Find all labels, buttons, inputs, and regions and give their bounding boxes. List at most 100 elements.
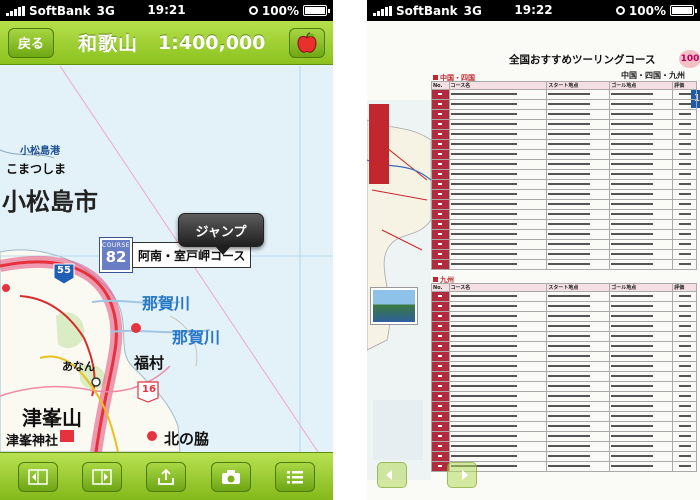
- table-header-cell: No.: [431, 283, 450, 292]
- table-cell: [431, 361, 450, 372]
- table-cell: [546, 259, 611, 270]
- table-cell: [672, 219, 697, 230]
- table-cell: [546, 99, 611, 110]
- table-cell: [546, 431, 611, 442]
- back-button[interactable]: 戻る: [8, 27, 55, 58]
- table-row[interactable]: [431, 351, 697, 362]
- table-cell: [546, 209, 611, 220]
- table-row[interactable]: [431, 219, 697, 230]
- table-row[interactable]: [431, 199, 697, 210]
- table-row[interactable]: [431, 169, 697, 180]
- next-page-button[interactable]: [447, 462, 477, 488]
- table-row[interactable]: [431, 441, 697, 452]
- table-cell: [546, 401, 611, 412]
- table-cell: [546, 149, 611, 160]
- table-cell: [546, 239, 611, 250]
- table-row[interactable]: [431, 331, 697, 342]
- table-row[interactable]: [431, 89, 697, 100]
- table-cell: [431, 411, 450, 422]
- table-cell: [431, 199, 450, 210]
- jump-tooltip[interactable]: ジャンプ: [178, 213, 264, 255]
- table-cell: [672, 109, 697, 120]
- table-row[interactable]: [431, 451, 697, 462]
- table-row[interactable]: [431, 341, 697, 352]
- table-row[interactable]: [431, 229, 697, 240]
- table-cell: [672, 401, 697, 412]
- table-row[interactable]: [431, 259, 697, 270]
- table-cell: [609, 391, 674, 402]
- table-row[interactable]: [431, 301, 697, 312]
- table-cell: [672, 331, 697, 342]
- table-row[interactable]: [431, 139, 697, 150]
- table-row[interactable]: [431, 291, 697, 302]
- apple-button[interactable]: [289, 27, 325, 58]
- table-row[interactable]: [431, 179, 697, 190]
- table-row[interactable]: [431, 99, 697, 110]
- table-cell: [609, 311, 674, 322]
- table-row[interactable]: [431, 361, 697, 372]
- table-row[interactable]: [431, 209, 697, 220]
- rotation-lock-icon: [615, 6, 625, 15]
- table-cell: [546, 371, 611, 382]
- carrier-label: SoftBank: [396, 3, 458, 18]
- table-cell: [431, 341, 450, 352]
- table-row[interactable]: [431, 401, 697, 412]
- map-view[interactable]: 小松島港 こまつしま 小松島市 那賀川 那賀川 あなん 福村 津峯山 津峯神社 …: [0, 66, 333, 452]
- table-row[interactable]: [431, 249, 697, 260]
- table-cell: [448, 109, 548, 120]
- table-cell: [431, 259, 450, 270]
- next-page-button[interactable]: [82, 461, 123, 492]
- table-cell: [448, 159, 548, 170]
- table-cell: [431, 431, 450, 442]
- table-row[interactable]: [431, 411, 697, 422]
- table-header-cell: スタート地点: [546, 81, 611, 90]
- table-cell: [672, 391, 697, 402]
- table-cell: [448, 129, 548, 140]
- apple-icon: [297, 31, 317, 53]
- table-cell: [546, 451, 611, 462]
- atlas-page[interactable]: 全国おすすめツーリングコース 100 中国・四国・九州 1 中国・四国 No. コ…: [367, 40, 700, 480]
- course-badge[interactable]: COURSE 82: [100, 238, 132, 272]
- table-row[interactable]: [431, 381, 697, 392]
- table-cell: [546, 179, 611, 190]
- list-icon: [286, 470, 303, 483]
- table-cell: [672, 291, 697, 302]
- table-row[interactable]: [431, 321, 697, 332]
- table-cell: [672, 119, 697, 130]
- table-row[interactable]: [431, 109, 697, 120]
- table-row[interactable]: [431, 119, 697, 130]
- table-row[interactable]: [431, 371, 697, 382]
- table-row[interactable]: [431, 311, 697, 322]
- table-cell: [431, 149, 450, 160]
- table-row[interactable]: [431, 391, 697, 402]
- table-cell: [546, 441, 611, 452]
- table-row[interactable]: [431, 189, 697, 200]
- page-subtitle: 中国・四国・九州: [621, 71, 685, 80]
- table-cell: [546, 391, 611, 402]
- table-cell: [431, 159, 450, 170]
- table-row[interactable]: [431, 239, 697, 250]
- course-table: No. コース名 スタート地点 ゴール地点 評価: [431, 81, 697, 270]
- table-row[interactable]: [431, 421, 697, 432]
- network-label: 3G: [463, 3, 482, 18]
- table-header-cell: 評価: [672, 81, 697, 90]
- prev-page-button[interactable]: [18, 461, 59, 492]
- page-title: 全国おすすめツーリングコース: [509, 54, 656, 66]
- table-cell: [431, 119, 450, 130]
- table-row[interactable]: [431, 159, 697, 170]
- share-button[interactable]: [146, 461, 187, 492]
- table-cell: [448, 331, 548, 342]
- table-cell: [431, 291, 450, 302]
- prev-page-button[interactable]: [377, 462, 407, 488]
- table-row[interactable]: [431, 431, 697, 442]
- table-cell: [609, 371, 674, 382]
- table-cell: [431, 109, 450, 120]
- camera-button[interactable]: [210, 461, 251, 492]
- list-button[interactable]: [274, 461, 315, 492]
- table-cell: [448, 179, 548, 190]
- table-row[interactable]: [431, 129, 697, 140]
- table-cell: [448, 209, 548, 220]
- rotation-lock-icon: [248, 6, 258, 15]
- table-row[interactable]: [431, 149, 697, 160]
- table-cell: [609, 239, 674, 250]
